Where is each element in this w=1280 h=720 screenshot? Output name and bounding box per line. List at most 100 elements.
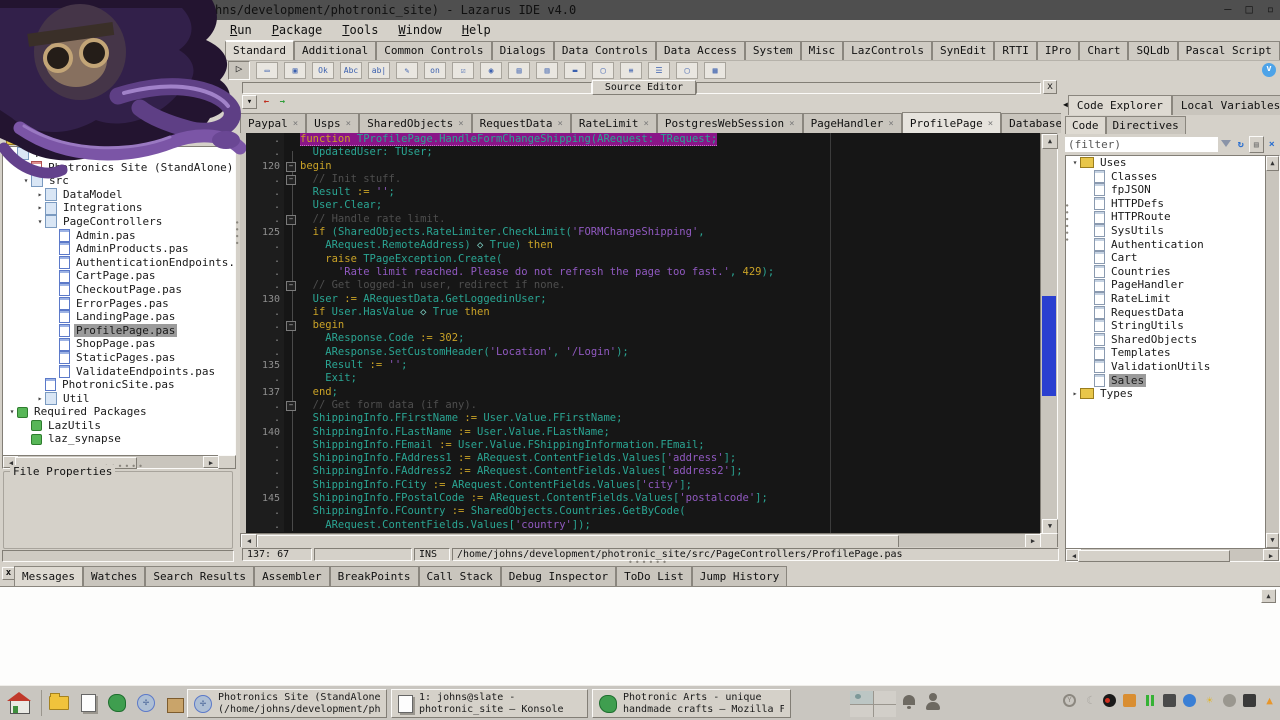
close-tab-icon[interactable]: × (458, 119, 463, 129)
scroll-up-icon[interactable]: ▲ (1042, 134, 1058, 149)
tray-updates-icon[interactable]: ▲ (1263, 694, 1276, 707)
close-tab-icon[interactable]: × (557, 119, 562, 129)
palette-tab-additional[interactable]: Additional (294, 41, 376, 60)
taskbar-task-1-johns-slate[interactable]: 1: johns@slate -photronic_site — Konsole (391, 689, 588, 718)
tree-item-laz-synapse[interactable]: laz_synapse (3, 432, 235, 446)
desktop-1[interactable] (850, 691, 873, 704)
desktop-4[interactable] (874, 705, 897, 718)
taskbar-task-photronic-arts-unique[interactable]: Photronic Arts - uniquehandmade crafts —… (592, 689, 791, 718)
component-icon-16[interactable]: ▢ (676, 62, 698, 79)
tray-microphone-icon[interactable] (1243, 694, 1256, 707)
notifications-bell-icon[interactable] (903, 695, 915, 705)
open-folder-icon[interactable] (6, 128, 26, 144)
close-tab-icon[interactable]: × (346, 119, 351, 129)
desktop-2[interactable] (874, 691, 897, 704)
virtual-desktop-pager[interactable] (850, 691, 896, 717)
component-icon-2[interactable]: ▣ (284, 62, 306, 79)
fold-column[interactable]: − (284, 399, 300, 412)
tree-item-admin-pas[interactable]: Admin.pas (3, 229, 235, 243)
component-icon-10[interactable]: ▤ (508, 62, 530, 79)
palette-tab-rtti[interactable]: RTTI (994, 41, 1037, 60)
uses-item-authentication[interactable]: Authentication (1066, 238, 1266, 252)
fold-collapse-icon[interactable]: − (286, 321, 296, 331)
minimize-icon[interactable]: – (1224, 2, 1231, 16)
messages-content[interactable]: ▲ (0, 586, 1280, 686)
browser-launcher-icon[interactable] (105, 689, 129, 717)
tree-item-pagecontrollers[interactable]: ▾PageControllers (3, 215, 235, 229)
taskbar-task-photronics-site-standalone[interactable]: ✢Photronics Site (StandAlone)(/home/john… (187, 689, 387, 718)
component-icon-11[interactable]: ▥ (536, 62, 558, 79)
collapse-icon[interactable]: ▾ (7, 405, 17, 419)
uses-item-templates[interactable]: Templates (1066, 346, 1266, 360)
palette-tab-sqldb[interactable]: SQLdb (1128, 41, 1177, 60)
tree-item-checkoutpage-pas[interactable]: CheckoutPage.pas (3, 283, 235, 297)
tray-settings-tray-icon[interactable] (1223, 694, 1236, 707)
tab-code-explorer[interactable]: Code Explorer (1068, 95, 1172, 115)
uses-item-validationutils[interactable]: ValidationUtils (1066, 360, 1266, 374)
scroll-up-icon[interactable]: ▲ (1266, 156, 1279, 171)
lazarus-launcher-icon[interactable]: ✢ (134, 689, 158, 717)
uses-item-sharedobjects[interactable]: SharedObjects (1066, 333, 1266, 347)
source-editor-header[interactable]: Source Editor x (240, 80, 1061, 94)
collapse-icon[interactable]: ▾ (7, 147, 17, 161)
tree-item-datamodel[interactable]: ▸DataModel (3, 188, 235, 202)
documents-icon[interactable] (76, 689, 100, 717)
component-icon-7[interactable]: on (424, 62, 446, 79)
tree-item-lazutils[interactable]: LazUtils (3, 419, 235, 433)
options-icon[interactable]: ▤ (1249, 136, 1264, 153)
fold-collapse-icon[interactable]: − (286, 281, 296, 291)
editor-tab-requestdata[interactable]: RequestData× (472, 113, 571, 133)
close-tab-icon[interactable]: × (789, 119, 794, 129)
tree-item-integrations[interactable]: ▸Integrations (3, 201, 235, 215)
component-icon-5[interactable]: ab| (368, 62, 390, 79)
fold-collapse-icon[interactable]: − (286, 162, 296, 172)
maximize-icon[interactable]: □ (1246, 2, 1253, 16)
collapse-icon[interactable]: ▾ (35, 215, 45, 229)
collapse-icon[interactable]: ▾ (1070, 156, 1080, 170)
bottom-tab-messages[interactable]: Messages (14, 566, 83, 586)
tree-item-files[interactable]: ▾Files (3, 147, 235, 161)
close-editor-icon[interactable]: x (1043, 80, 1057, 94)
palette-overflow-chevron-icon[interactable]: v (1262, 63, 1276, 77)
tray-keyboard-layout-icon[interactable]: Y (1063, 694, 1076, 707)
tray-media-pause-icon[interactable] (1143, 694, 1156, 707)
tray-night-mode-icon[interactable]: ☾ (1083, 694, 1096, 707)
bottom-tab-jump-history[interactable]: Jump History (692, 566, 787, 586)
tree-item-profilepage-pas[interactable]: ProfilePage.pas (3, 324, 235, 338)
clear-icon[interactable]: × (1266, 137, 1279, 152)
fold-column[interactable]: − (284, 160, 300, 173)
types-node[interactable]: ▸Types (1066, 387, 1266, 401)
subtab-directives[interactable]: Directives (1106, 116, 1186, 134)
component-icon-8[interactable]: ☑ (452, 62, 474, 79)
palette-tab-system[interactable]: System (745, 41, 801, 60)
editor-tab-profilepage[interactable]: ProfilePage× (902, 112, 1001, 133)
scroll-right-icon[interactable]: ▶ (1263, 549, 1279, 561)
expand-icon[interactable]: ▸ (1070, 387, 1080, 401)
uses-item-httproute[interactable]: HTTPRoute (1066, 210, 1266, 224)
scrollbar-thumb[interactable] (1078, 550, 1230, 562)
filter-input[interactable] (1065, 137, 1218, 152)
close-tab-icon[interactable]: × (988, 119, 993, 129)
uses-item-sysutils[interactable]: SysUtils (1066, 224, 1266, 238)
component-icon-4[interactable]: Abc (340, 62, 362, 79)
tab-local-variables[interactable]: Local Variables (1172, 95, 1280, 115)
bottom-tab-todo-list[interactable]: ToDo List (616, 566, 692, 586)
unit-dropdown-icon[interactable]: ▾ (242, 95, 257, 109)
tree-item-validateendpoints-pas[interactable]: ValidateEndpoints.pas (3, 365, 235, 379)
subtab-code[interactable]: Code (1065, 116, 1106, 134)
close-tab-icon[interactable]: × (888, 119, 893, 129)
tree-item-landingpage-pas[interactable]: LandingPage.pas (3, 310, 235, 324)
bottom-tab-debug-inspector[interactable]: Debug Inspector (501, 566, 616, 586)
menu-help[interactable]: Help (454, 21, 499, 39)
uses-hscrollbar[interactable]: ◀ ▶ (1065, 548, 1280, 562)
menu-tools[interactable]: Tools (334, 21, 386, 39)
editor-tab-postgreswebsession[interactable]: PostgresWebSession× (657, 113, 803, 133)
scroll-down-icon[interactable]: ▼ (1266, 533, 1279, 548)
tree-item-staticpages-pas[interactable]: StaticPages.pas (3, 351, 235, 365)
component-icon-6[interactable]: ✎ (396, 62, 418, 79)
close-icon[interactable]: ▫ (1267, 2, 1274, 16)
uses-item-stringutils[interactable]: StringUtils (1066, 319, 1266, 333)
component-icon-17[interactable]: ▦ (704, 62, 726, 79)
tree-item-src[interactable]: ▾src (3, 174, 235, 188)
tree-item-errorpages-pas[interactable]: ErrorPages.pas (3, 297, 235, 311)
